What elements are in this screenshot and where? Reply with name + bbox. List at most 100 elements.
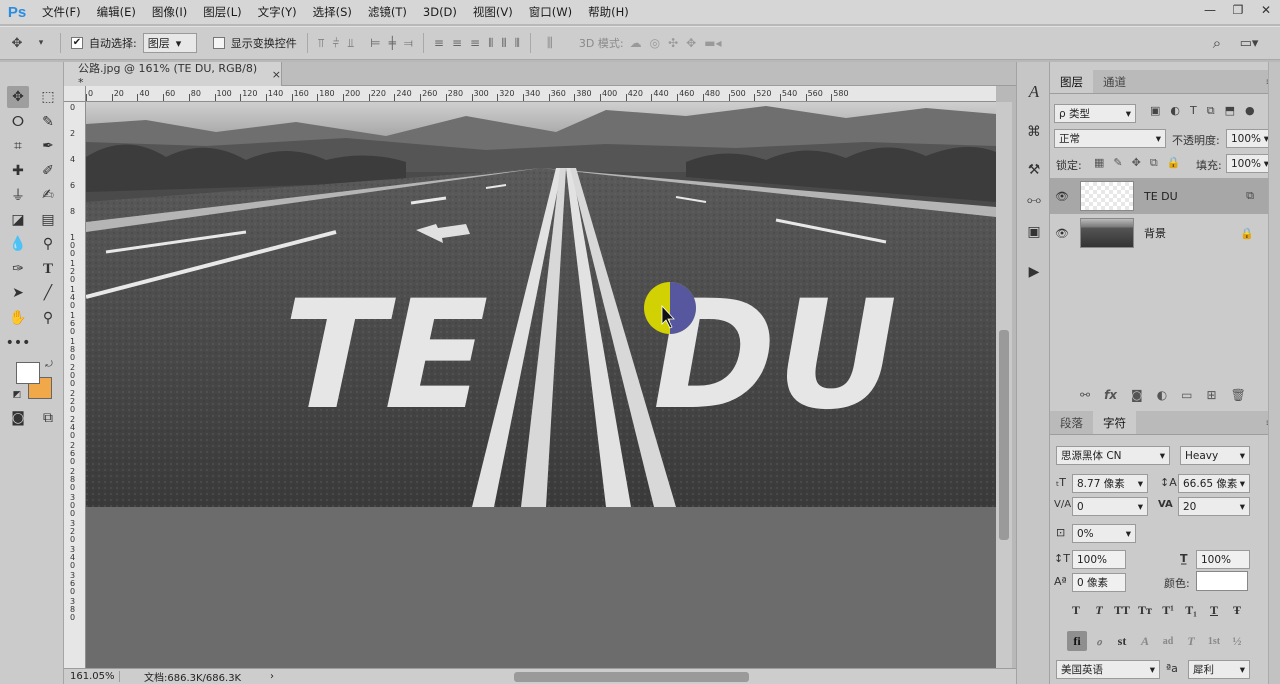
layer-row-background[interactable]: 👁 背景 🔒 (1050, 215, 1280, 251)
blur-tool-icon[interactable]: 💧 (7, 233, 29, 255)
menu-filter[interactable]: 滤镜(T) (360, 0, 415, 24)
close-button[interactable]: ✕ (1252, 0, 1280, 20)
3d-slide-icon[interactable]: ✥ (686, 36, 696, 50)
add-mask-icon[interactable]: ◙ (1131, 388, 1143, 402)
distribute-top-icon[interactable]: ≡ (434, 36, 444, 51)
fill-field[interactable]: 100% ▾ (1226, 154, 1274, 173)
properties-icon[interactable]: ▣ (1022, 220, 1046, 244)
filter-shape-icon[interactable]: ⧉ (1207, 104, 1215, 118)
path-selection-tool-icon[interactable]: ➤ (7, 282, 29, 304)
menu-window[interactable]: 窗口(W) (521, 0, 580, 24)
align-hcenter-icon[interactable]: ╪ (389, 36, 396, 51)
restore-button[interactable]: ❐ (1224, 0, 1252, 20)
swash-button[interactable]: A (1136, 632, 1154, 650)
old-style-button[interactable]: ℴ (1090, 632, 1108, 650)
swap-colors-icon[interactable]: ⤾ (42, 358, 56, 372)
ligatures-button[interactable]: fi (1067, 631, 1087, 651)
fractions-button[interactable]: ½ (1228, 632, 1246, 650)
delete-layer-icon[interactable]: 🗑 (1231, 388, 1246, 402)
3d-pan-icon[interactable]: ✣ (668, 36, 678, 50)
link-layers-icon[interactable]: ⚯ (1080, 388, 1090, 402)
superscript-button[interactable]: T¹ (1159, 601, 1177, 619)
kerning-field[interactable]: 0 ▾ (1072, 497, 1148, 516)
line-tool-icon[interactable]: ╱ (37, 282, 59, 304)
font-style-dropdown[interactable]: Heavy ▾ (1180, 446, 1250, 465)
underline-button[interactable]: T (1205, 601, 1223, 619)
visibility-eye-icon[interactable]: 👁 (1050, 227, 1074, 240)
search-icon[interactable]: ⌕ (1208, 34, 1226, 52)
status-menu-icon[interactable]: › (270, 671, 284, 682)
vertical-scale-field[interactable]: 100% (1072, 550, 1126, 569)
menu-type[interactable]: 文字(Y) (250, 0, 305, 24)
menu-image[interactable]: 图像(I) (144, 0, 195, 24)
layer-row-text[interactable]: 👁 TE DU ⧉ (1050, 178, 1280, 214)
vertical-ruler[interactable]: 0 2 4 6 8 1 0 01 2 01 4 01 6 01 8 02 0 02 2 0… (64, 86, 86, 668)
3d-scale-icon[interactable]: ▬◂ (704, 36, 721, 50)
new-layer-icon[interactable]: ⊞ (1207, 388, 1217, 402)
actions-play-icon[interactable]: ▶ (1022, 260, 1046, 284)
menu-view[interactable]: 视图(V) (465, 0, 521, 24)
clone-stamp-tool-icon[interactable]: ⏚ (7, 184, 29, 206)
auto-select-target-dropdown[interactable]: 图层 ▾ (142, 33, 197, 53)
zoom-field[interactable]: 161.05% (64, 671, 120, 682)
tab-paragraph[interactable]: 段落 (1050, 411, 1093, 434)
tab-channels[interactable]: 通道 (1093, 70, 1136, 93)
align-bottom-icon[interactable]: ⫫ (347, 36, 354, 51)
tab-character[interactable]: 字符 (1093, 411, 1136, 434)
3d-roll-icon[interactable]: ◎ (650, 36, 660, 50)
distribute-right-icon[interactable]: ⦀ (515, 36, 520, 51)
close-tab-icon[interactable]: × (272, 68, 281, 81)
menu-layer[interactable]: 图层(L) (195, 0, 249, 24)
lock-position-icon[interactable]: ✥ (1132, 156, 1141, 170)
brush-tool-icon[interactable]: ✐ (37, 160, 59, 182)
ordinals-button[interactable]: 1st (1205, 632, 1223, 650)
discretionary-ligatures-button[interactable]: st (1113, 632, 1131, 650)
filter-smart-icon[interactable]: ⬒ (1225, 104, 1235, 118)
hand-tool-icon[interactable]: ✋ (7, 307, 29, 329)
small-caps-button[interactable]: Tт (1136, 601, 1154, 619)
all-caps-button[interactable]: TT (1113, 601, 1131, 619)
healing-brush-tool-icon[interactable]: ✚ (7, 160, 29, 182)
language-dropdown[interactable]: 美国英语 ▾ (1056, 660, 1160, 679)
strikethrough-button[interactable]: Ŧ (1228, 601, 1246, 619)
foreground-color-swatch[interactable] (16, 362, 40, 384)
horizontal-scroll-thumb[interactable] (514, 672, 749, 682)
minimize-button[interactable]: — (1196, 0, 1224, 20)
chevron-down-icon[interactable]: ▾ (32, 38, 50, 48)
visibility-eye-icon[interactable]: 👁 (1050, 190, 1074, 203)
vertical-scrollbar[interactable] (996, 102, 1012, 668)
dodge-tool-icon[interactable]: ⚲ (37, 233, 59, 255)
workspace-icon[interactable]: ▭▾ (1240, 36, 1259, 51)
new-group-icon[interactable]: ▭ (1181, 388, 1192, 402)
filter-adjustment-icon[interactable]: ◐ (1170, 104, 1180, 118)
titling-alternates-button[interactable]: T (1182, 632, 1200, 650)
screen-mode-icon[interactable]: ⧉ (37, 407, 59, 429)
text-color-swatch[interactable] (1196, 571, 1248, 591)
tab-layers[interactable]: 图层 (1050, 70, 1093, 93)
align-top-icon[interactable]: ⫪ (318, 36, 325, 51)
quick-select-tool-icon[interactable]: ✎ (37, 111, 59, 133)
show-transform-checkbox[interactable] (212, 37, 225, 49)
font-size-field[interactable]: 8.77 像素 ▾ (1072, 474, 1148, 493)
filter-pixel-icon[interactable]: ▣ (1150, 104, 1160, 118)
faux-italic-button[interactable]: T (1090, 601, 1108, 619)
subscript-button[interactable]: T₁ (1182, 601, 1200, 619)
history-brush-tool-icon[interactable]: ✍ (37, 184, 59, 206)
menu-file[interactable]: 文件(F) (34, 0, 89, 24)
panel-scrollbar[interactable] (1268, 62, 1280, 684)
auto-align-icon[interactable]: ⫼ (541, 36, 559, 51)
align-left-icon[interactable]: ⊨ (370, 36, 380, 51)
distribute-bottom-icon[interactable]: ≡ (470, 36, 480, 51)
adjustment-layer-icon[interactable]: ◐ (1157, 388, 1167, 402)
glyphs-panel-icon[interactable]: ⌘ (1022, 120, 1046, 144)
menu-3d[interactable]: 3D(D) (415, 0, 465, 24)
align-vcenter-icon[interactable]: ⫩ (333, 36, 340, 51)
antialias-dropdown[interactable]: 犀利 ▾ (1188, 660, 1250, 679)
layer-filter-dropdown[interactable]: ρ 类型 ▾ (1054, 104, 1136, 123)
marquee-tool-icon[interactable]: ⬚ (37, 86, 59, 108)
move-tool-icon[interactable]: ✥ (7, 86, 29, 108)
quick-mask-icon[interactable]: ◙ (7, 407, 29, 429)
gradient-tool-icon[interactable]: ▤ (37, 209, 59, 231)
type-tool-icon[interactable]: T (37, 258, 59, 280)
menu-edit[interactable]: 编辑(E) (89, 0, 144, 24)
